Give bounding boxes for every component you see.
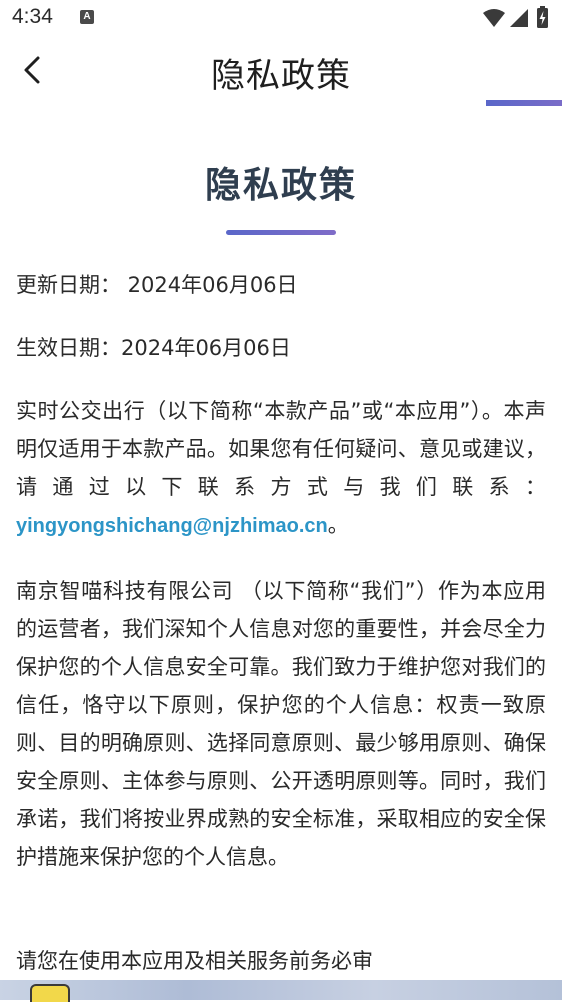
- intro-text: 实时公交出行（以下简称“本款产品”或“本应用”）。本声明仅适用于本款产品。如果您…: [16, 399, 546, 499]
- app-icon[interactable]: [30, 984, 70, 1002]
- app-bar: 隐私政策: [0, 38, 562, 108]
- update-date: 更新日期： 2024年06月06日: [16, 273, 298, 297]
- policy-content[interactable]: 隐私政策 更新日期： 2024年06月06日 生效日期：2024年06月06日 …: [0, 108, 562, 980]
- intro-end: 。: [327, 513, 349, 537]
- battery-charging-icon: [537, 6, 548, 28]
- status-time: 4:34: [12, 5, 53, 28]
- app-bar-accent: [486, 100, 562, 106]
- contact-email-link[interactable]: yingyongshichang@njzhimao.cn: [16, 515, 328, 537]
- partial-paragraph: 请您在使用本应用及相关服务前务必审: [16, 949, 373, 973]
- notification-a-icon: A: [80, 10, 94, 24]
- page-title: 隐私政策: [211, 56, 351, 96]
- status-icons: [482, 6, 552, 32]
- status-bar: 4:34 A: [0, 0, 562, 38]
- intro-paragraph: 实时公交出行（以下简称“本款产品”或“本应用”）。本声明仅适用于本款产品。如果您…: [16, 392, 546, 545]
- wifi-icon: [483, 9, 505, 27]
- bottom-bar: [0, 980, 562, 1000]
- company-paragraph: 南京智喵科技有限公司 （以下简称“我们”）作为本应用的运营者，我们深知个人信息对…: [16, 579, 546, 869]
- title-underline: [226, 230, 336, 235]
- document-title: 隐私政策: [204, 165, 357, 206]
- effective-date: 生效日期：2024年06月06日: [16, 336, 291, 360]
- cell-signal-icon: [510, 9, 528, 27]
